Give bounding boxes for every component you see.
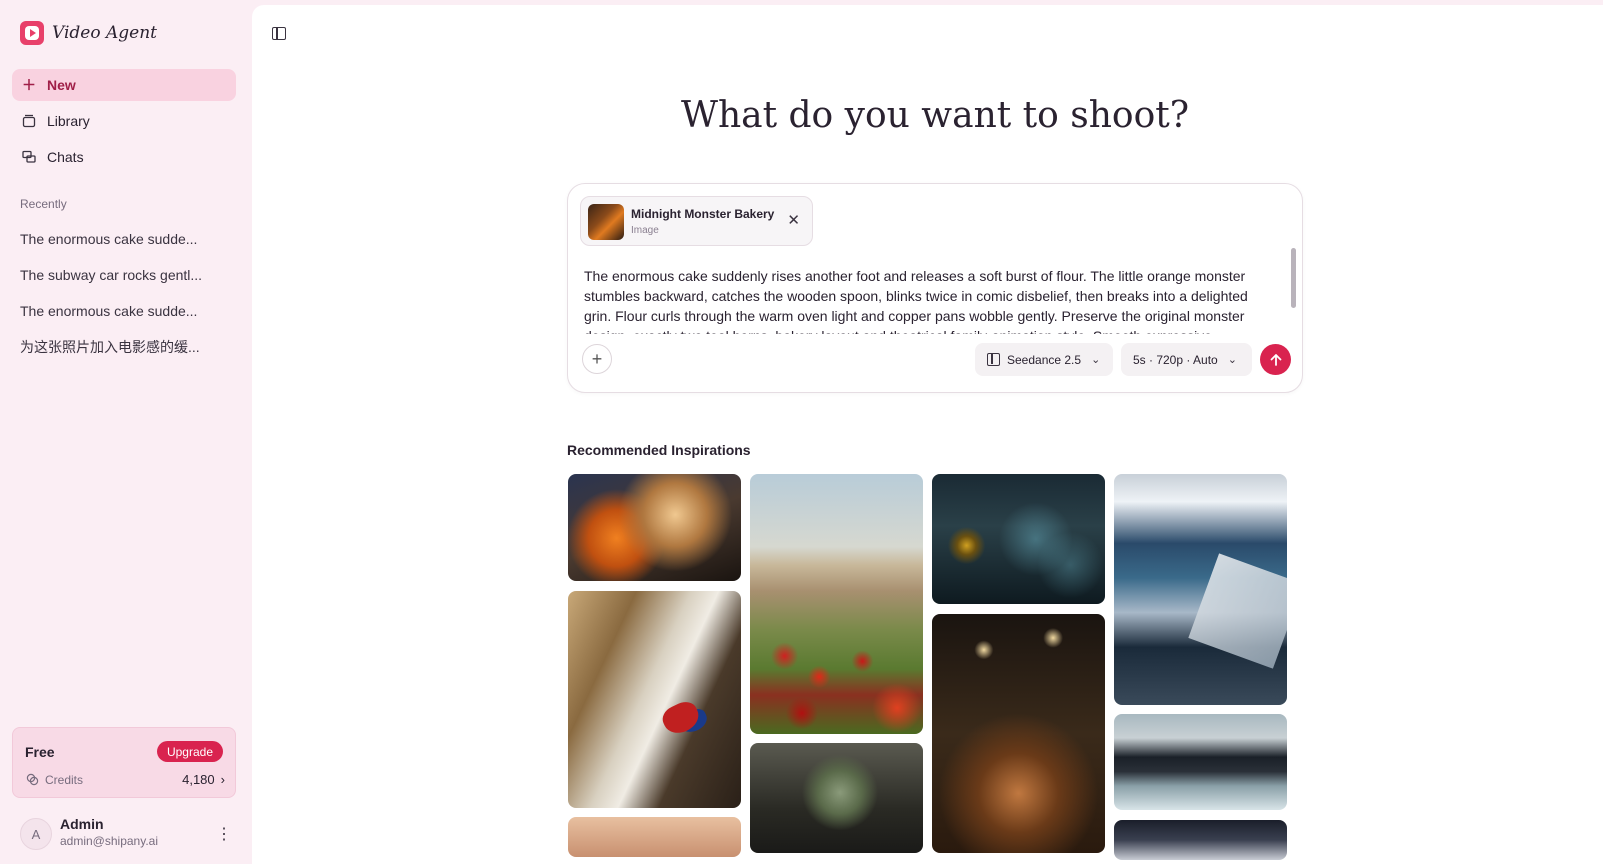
add-attachment-button[interactable]: +	[582, 344, 612, 374]
page-title: What do you want to shoot?	[680, 95, 1190, 136]
chat-bubbles-icon	[21, 149, 37, 165]
inspiration-tile[interactable]	[1114, 714, 1287, 810]
nav-item-label: Library	[47, 113, 90, 129]
nav-item-label: New	[47, 77, 76, 93]
plan-name: Free	[25, 744, 55, 760]
nav-item-chats[interactable]: Chats	[12, 141, 236, 173]
brand[interactable]: Video Agent	[20, 20, 157, 46]
attachment-title: Midnight Monster Bakery	[631, 207, 775, 221]
nav-item-new[interactable]: ＋ New	[12, 69, 236, 101]
nav-item-label: Chats	[47, 149, 84, 165]
inspirations-heading: Recommended Inspirations	[567, 442, 751, 458]
user-email: admin@shipany.ai	[60, 834, 159, 848]
plus-icon: ＋	[22, 77, 36, 93]
inspiration-tile[interactable]	[750, 743, 923, 853]
main-nav: ＋ New Library Chats	[12, 69, 236, 177]
inspiration-tile[interactable]	[568, 474, 741, 581]
user-profile: A Admin admin@shipany.ai ⋮	[20, 814, 236, 850]
recent-heading: Recently	[20, 197, 67, 211]
inspiration-tile[interactable]	[1114, 474, 1287, 705]
inspiration-tile[interactable]	[1114, 820, 1287, 860]
generation-params-select[interactable]: 5s · 720p · Auto ⌄	[1121, 343, 1252, 376]
chevron-right-icon: ›	[220, 772, 225, 787]
plus-icon: +	[591, 348, 603, 369]
attachment-thumbnail	[588, 204, 624, 240]
model-select-value: Seedance 2.5	[1007, 352, 1082, 367]
upgrade-button[interactable]: Upgrade	[156, 741, 223, 762]
prompt-textarea[interactable]: The enormous cake suddenly rises another…	[584, 266, 1274, 334]
film-icon	[987, 353, 1000, 366]
model-select[interactable]: Seedance 2.5 ⌄	[975, 343, 1113, 376]
recent-item[interactable]: 为这张照片加入电影感的缓...	[12, 329, 236, 365]
user-name: Admin	[60, 816, 104, 832]
prompt-scrollbar[interactable]	[1291, 248, 1296, 308]
recent-item[interactable]: The enormous cake sudde...	[12, 221, 236, 257]
attachment-type: Image	[631, 225, 659, 236]
library-icon	[21, 113, 37, 129]
more-vertical-icon[interactable]: ⋮	[216, 824, 232, 844]
params-select-value: 5s · 720p · Auto	[1133, 352, 1218, 367]
coins-icon	[25, 773, 39, 787]
prompt-composer: Midnight Monster Bakery Image ✕ The enor…	[567, 183, 1303, 393]
inspiration-tile[interactable]	[932, 474, 1105, 604]
close-icon[interactable]: ✕	[787, 211, 800, 229]
sidebar: Video Agent ＋ New Library Chats Recently…	[0, 0, 252, 864]
inspiration-tile[interactable]	[750, 474, 923, 734]
inspiration-tile[interactable]	[932, 614, 1105, 853]
main-panel: What do you want to shoot? Midnight Mons…	[252, 5, 1603, 864]
arrow-up-icon	[1270, 353, 1281, 366]
credits-value: 4,180	[182, 772, 215, 787]
recent-list: The enormous cake sudde... The subway ca…	[12, 221, 236, 365]
chevron-down-icon: ⌄	[1091, 354, 1101, 366]
avatar[interactable]: A	[20, 818, 52, 850]
chevron-down-icon: ⌄	[1227, 354, 1237, 366]
credits-label: Credits	[45, 772, 84, 787]
credits-row[interactable]: Credits 4,180 ›	[25, 772, 225, 787]
send-button[interactable]	[1260, 344, 1291, 375]
plan-card: Free Upgrade Credits 4,180 ›	[12, 727, 236, 798]
inspiration-tile[interactable]	[568, 591, 741, 808]
inspiration-tile[interactable]	[568, 817, 741, 857]
attachment-chip: Midnight Monster Bakery Image ✕	[580, 196, 813, 246]
app-name: Video Agent	[52, 23, 157, 43]
recent-item[interactable]: The subway car rocks gentl...	[12, 257, 236, 293]
recent-item[interactable]: The enormous cake sudde...	[12, 293, 236, 329]
nav-item-library[interactable]: Library	[12, 105, 236, 137]
sidebar-toggle-icon[interactable]	[270, 25, 290, 43]
video-play-logo-icon	[20, 21, 44, 45]
